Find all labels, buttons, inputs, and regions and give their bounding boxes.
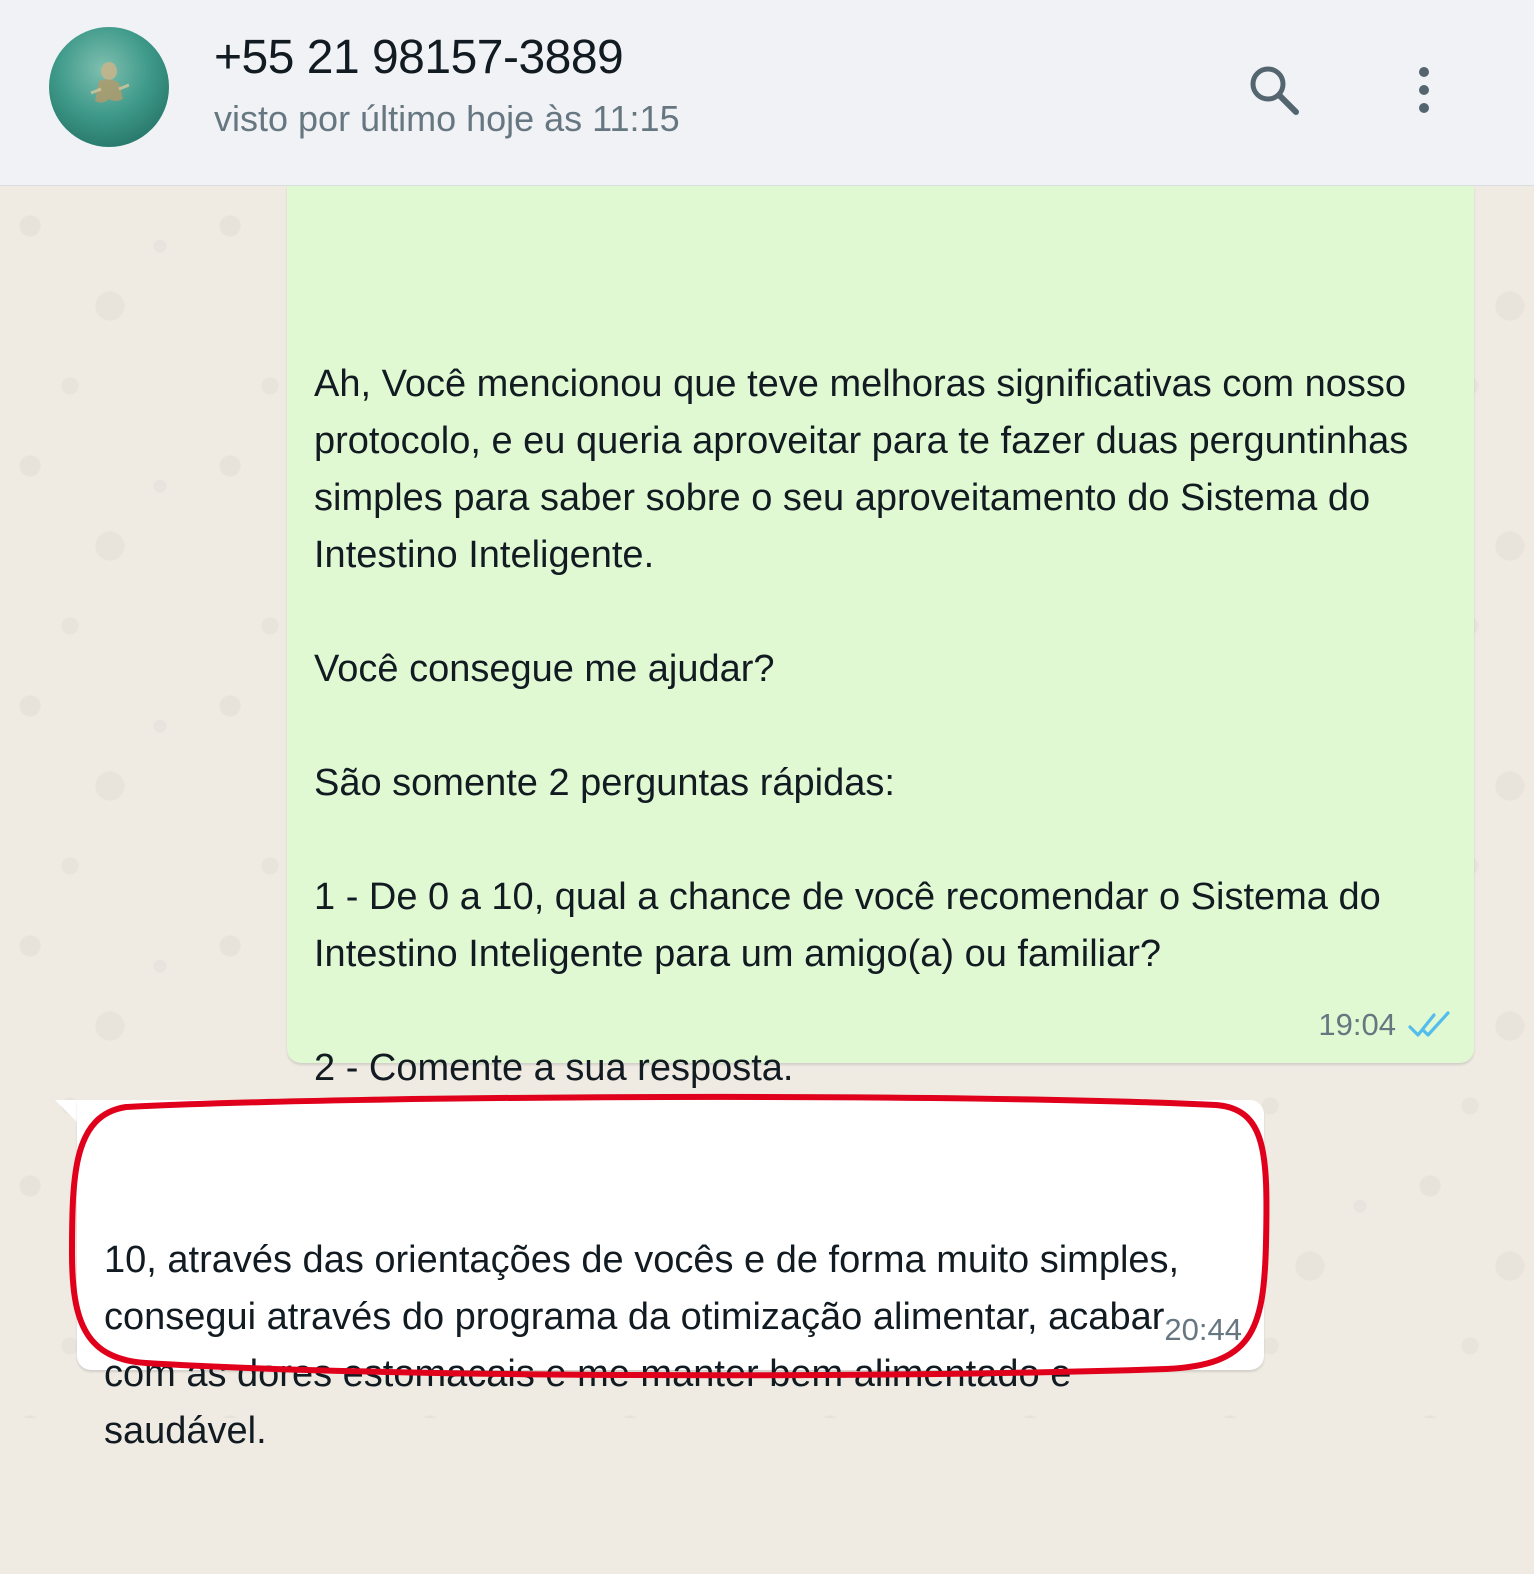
message-meta: 20:44 — [1164, 1301, 1242, 1358]
avatar-photo-figure — [90, 62, 130, 103]
search-icon — [1250, 66, 1299, 115]
message-time: 19:04 — [1318, 1007, 1396, 1042]
more-options-icon — [1419, 67, 1429, 113]
more-options-button[interactable] — [1396, 52, 1452, 128]
double-check-read-icon — [1408, 1010, 1454, 1040]
incoming-message-bubble[interactable]: 10, através das orientações de vocês e d… — [77, 1100, 1264, 1452]
message-meta: 19:04 — [1318, 996, 1454, 1053]
search-button[interactable] — [1236, 52, 1312, 128]
incoming-bubble-tail — [55, 1100, 79, 1124]
message-time: 20:44 — [1164, 1312, 1242, 1347]
message-text: Ah, Você mencionou que teve melhoras sig… — [314, 363, 1409, 1089]
outgoing-message-bubble[interactable]: Ah, Você mencionou que teve melhoras sig… — [287, 186, 1474, 1089]
last-seen-status: visto por último hoje às 11:15 — [214, 98, 680, 139]
contact-name[interactable]: +55 21 98157-3889 — [214, 30, 624, 85]
chat-header: +55 21 98157-3889 visto por último hoje … — [0, 0, 1534, 186]
avatar[interactable] — [49, 27, 169, 147]
message-text: 10, através das orientações de vocês e d… — [104, 1239, 1190, 1452]
